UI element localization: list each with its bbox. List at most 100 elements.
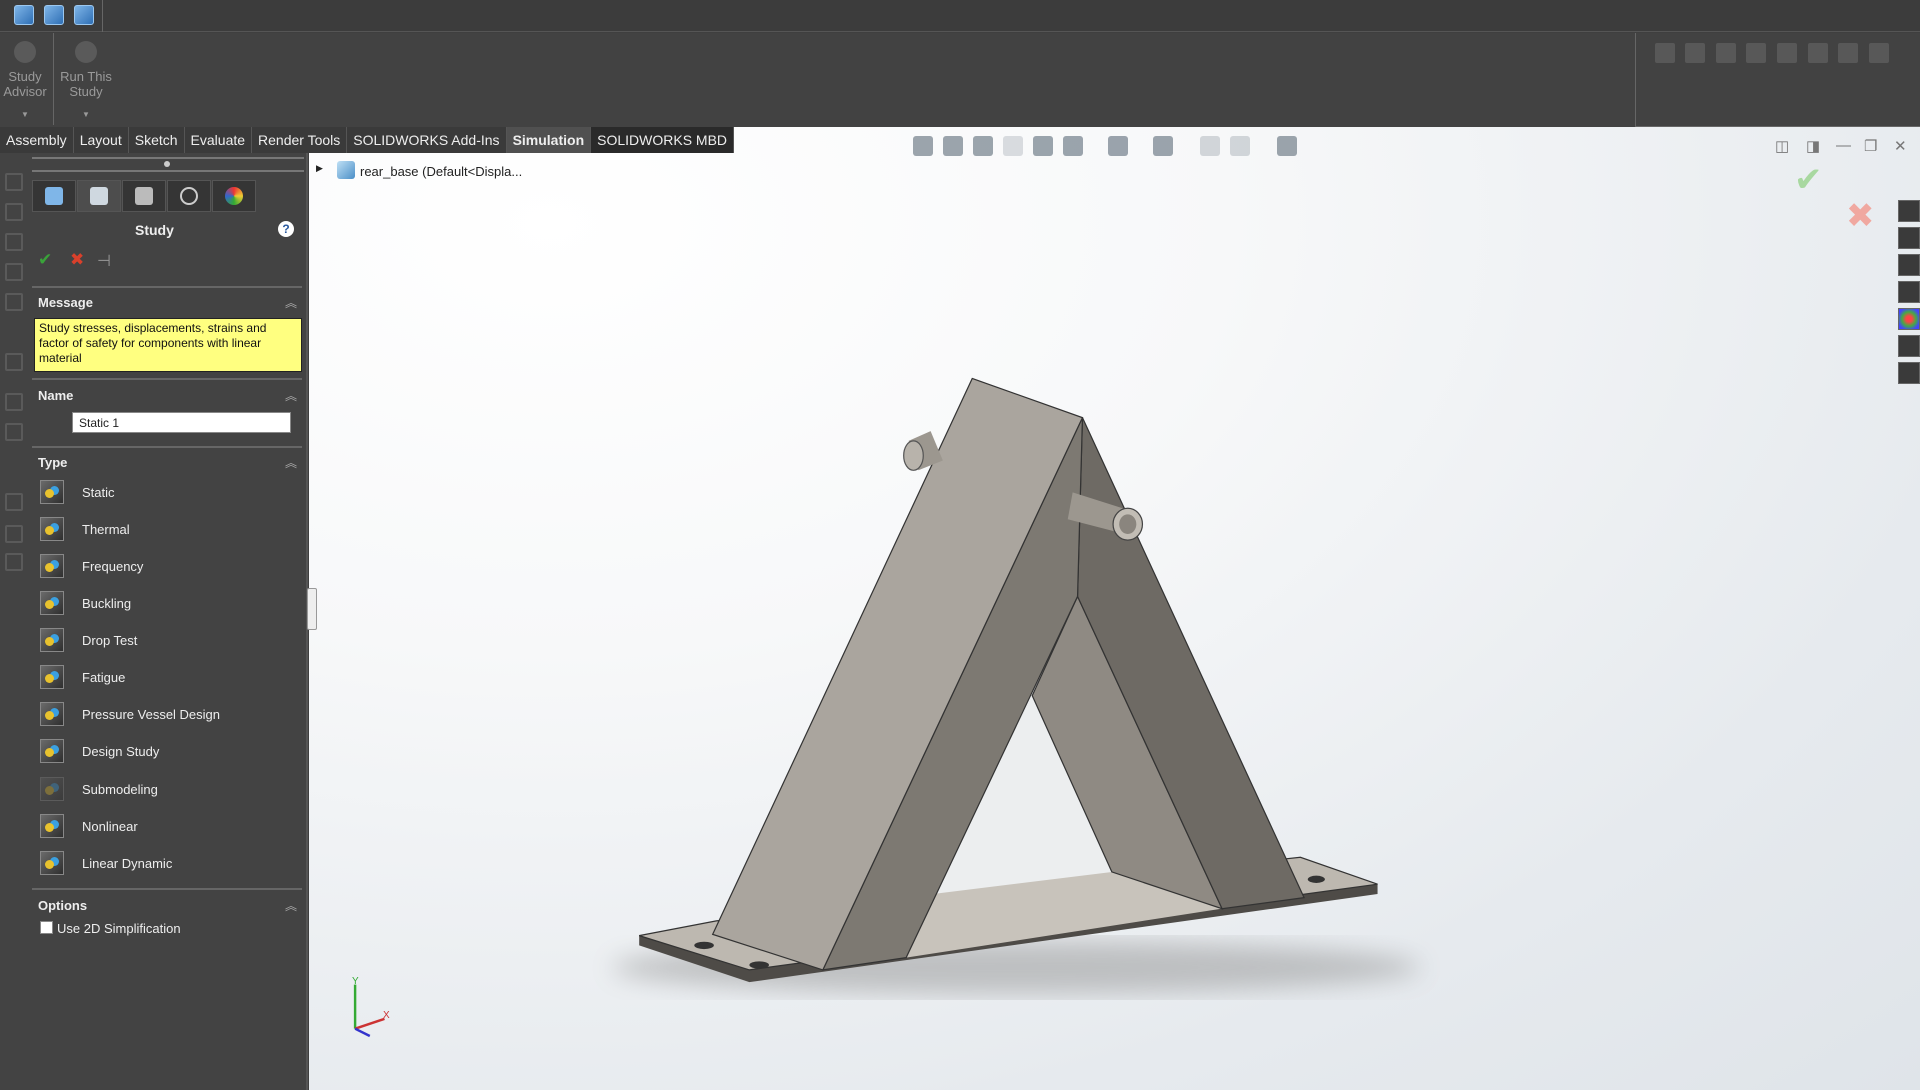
type-fatigue[interactable]: Fatigue — [40, 664, 125, 690]
type-buckling[interactable]: Buckling — [40, 590, 131, 616]
confirm-corner-check-icon[interactable]: ✔ — [1794, 160, 1823, 200]
tool-icon[interactable] — [1716, 43, 1736, 63]
toolbar-icon[interactable] — [5, 493, 23, 511]
dynamic-annotation-icon[interactable] — [1033, 136, 1053, 156]
tab-sketch[interactable]: Sketch — [128, 127, 185, 153]
view-orientation-icon[interactable] — [1063, 136, 1083, 156]
home-icon[interactable] — [1898, 200, 1920, 222]
tool-icon[interactable] — [1869, 43, 1889, 63]
restore-icon[interactable]: ❐ — [1864, 137, 1877, 155]
panel-drag-handle[interactable] — [164, 161, 170, 167]
toolbar-icon[interactable] — [5, 293, 23, 311]
tool-icon[interactable] — [1777, 43, 1797, 63]
forum-icon[interactable] — [1898, 362, 1920, 384]
tab-configuration-manager[interactable] — [122, 180, 166, 212]
toolbar-icon[interactable] — [5, 173, 23, 191]
toolbar-icon[interactable] — [5, 553, 23, 571]
minimize-icon[interactable]: — — [1836, 137, 1851, 154]
type-pressure-vessel-design[interactable]: Pressure Vessel Design — [40, 701, 220, 727]
view-settings-icon[interactable] — [1277, 136, 1297, 156]
tab-solidworks-mbd[interactable]: SOLIDWORKS MBD — [591, 127, 735, 153]
file-explorer-icon[interactable] — [1898, 254, 1920, 276]
tab-feature-manager[interactable] — [32, 180, 76, 212]
hide-show-icon[interactable] — [1153, 136, 1173, 156]
toolbar-icon[interactable] — [5, 423, 23, 441]
confirm-corner-cancel-icon[interactable]: ✖ — [1846, 196, 1875, 236]
toolbar-icon[interactable] — [5, 263, 23, 281]
tool-icon[interactable] — [1808, 43, 1828, 63]
tool-icon[interactable] — [1838, 43, 1858, 63]
ribbon-right-group — [1635, 33, 1920, 127]
type-design-study[interactable]: Design Study — [40, 738, 159, 764]
zoom-area-icon[interactable] — [943, 136, 963, 156]
zoom-to-fit-icon[interactable] — [913, 136, 933, 156]
tab-solidworks-add-ins[interactable]: SOLIDWORKS Add-Ins — [347, 127, 507, 153]
toolbar-icon[interactable] — [5, 353, 23, 371]
triad-x-label: X — [383, 1010, 390, 1021]
tab-render-tools[interactable]: Render Tools — [252, 127, 348, 153]
section-view-icon[interactable] — [1003, 136, 1023, 156]
custom-properties-icon[interactable] — [1898, 335, 1920, 357]
feature-tree-icon — [45, 187, 63, 205]
study-manager-icon[interactable] — [74, 5, 94, 25]
tool-icon[interactable] — [1685, 43, 1705, 63]
pushpin-icon[interactable]: ⊣ — [97, 251, 111, 271]
collapse-chevron-icon[interactable]: ︽ — [285, 454, 297, 471]
tile-icon[interactable]: ◫ — [1775, 137, 1789, 155]
tool-icon[interactable] — [1655, 43, 1675, 63]
study-icon[interactable] — [14, 5, 34, 25]
run-this-study-button[interactable]: Run This Study ▼ — [58, 41, 114, 122]
use-2d-simplification-label[interactable]: Use 2D Simplification — [57, 921, 181, 936]
design-library-icon[interactable] — [1898, 227, 1920, 249]
appearances-icon[interactable] — [1898, 308, 1920, 330]
toolbar-icon[interactable] — [5, 393, 23, 411]
tab-assembly[interactable]: Assembly — [0, 127, 74, 153]
type-submodeling[interactable]: Submodeling — [40, 776, 158, 802]
expand-tree-arrow[interactable]: ▶ — [316, 163, 323, 174]
display-style-icon[interactable] — [1108, 136, 1128, 156]
close-icon[interactable]: ✕ — [1894, 137, 1907, 155]
split-icon[interactable]: ◨ — [1806, 137, 1820, 155]
ribbon: Study Advisor ▼ Run This Study ▼ — [0, 33, 1920, 127]
property-manager-icon — [90, 187, 108, 205]
tab-display-manager[interactable] — [212, 180, 256, 212]
previous-view-icon[interactable] — [973, 136, 993, 156]
collapse-chevron-icon[interactable]: ︽ — [285, 387, 297, 404]
scene-icon[interactable] — [1230, 136, 1250, 156]
help-icon[interactable]: ? — [278, 221, 294, 237]
tab-dimxpert-manager[interactable] — [167, 180, 211, 212]
toolbar-icon[interactable] — [5, 525, 23, 543]
study-name-input[interactable] — [72, 412, 291, 433]
type-static[interactable]: Static — [40, 479, 115, 505]
panel-resize-handle[interactable] — [307, 588, 317, 630]
view-palette-icon[interactable] — [1898, 281, 1920, 303]
toolbar-icon[interactable] — [5, 233, 23, 251]
collapse-chevron-icon[interactable]: ︽ — [285, 897, 297, 914]
tool-icon[interactable] — [1746, 43, 1766, 63]
chevron-down-icon: ▼ — [21, 110, 29, 119]
appearance-icon[interactable] — [1200, 136, 1220, 156]
type-linear-dynamic[interactable]: Linear Dynamic — [40, 850, 172, 876]
type-drop-test[interactable]: Drop Test — [40, 627, 137, 653]
tree-item-rear-base[interactable]: rear_base (Default<Displa... — [360, 164, 522, 179]
tab-layout[interactable]: Layout — [73, 127, 129, 153]
cancel-x-icon[interactable]: ✖ — [70, 250, 84, 270]
type-nonlinear[interactable]: Nonlinear — [40, 813, 138, 839]
drop-test-icon — [40, 628, 64, 652]
toolbar-icon[interactable] — [5, 203, 23, 221]
buckling-icon — [40, 591, 64, 615]
use-2d-simplification-checkbox[interactable] — [40, 921, 53, 934]
name-header: Name — [38, 388, 74, 403]
ok-check-icon[interactable]: ✔ — [38, 250, 52, 270]
tab-simulation[interactable]: Simulation — [506, 127, 592, 153]
type-frequency[interactable]: Frequency — [40, 553, 143, 579]
tab-property-manager[interactable] — [77, 180, 121, 212]
property-manager-panel — [0, 153, 308, 1090]
type-thermal[interactable]: Thermal — [40, 516, 130, 542]
collapse-chevron-icon[interactable]: ︽ — [285, 294, 297, 311]
globe-study-icon[interactable] — [44, 5, 64, 25]
tab-evaluate[interactable]: Evaluate — [184, 127, 253, 153]
nonlinear-icon — [40, 814, 64, 838]
graphics-viewport[interactable] — [309, 127, 1920, 1090]
study-advisor-button[interactable]: Study Advisor ▼ — [2, 41, 48, 122]
